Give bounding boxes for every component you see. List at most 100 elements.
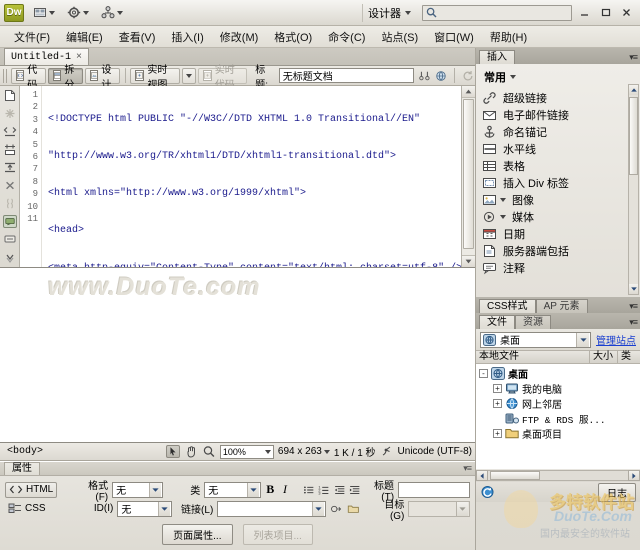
tab-ap-elements[interactable]: AP 元素 (535, 299, 588, 313)
scroll-right-arrow[interactable] (628, 470, 640, 481)
scroll-track[interactable] (488, 470, 628, 481)
collapse-expander[interactable]: - (479, 369, 488, 378)
insert-item-horizontal-rule[interactable]: 水平线 (482, 140, 640, 157)
toolbar-grip[interactable] (3, 68, 7, 83)
window-size-select[interactable]: 694 x 263 (278, 446, 330, 457)
tree-row-desktop[interactable]: - 桌面 (479, 366, 640, 381)
class-select[interactable]: 无 (204, 481, 261, 498)
scroll-thumb[interactable] (629, 97, 638, 175)
column-header-size[interactable]: 大小 (590, 350, 618, 364)
scroll-up-arrow[interactable] (462, 86, 475, 98)
tree-row-desktop-items[interactable]: + 桌面项目 (479, 426, 640, 441)
insert-item-server-side-include[interactable]: 服务器端包括 (482, 242, 640, 259)
insert-item-named-anchor[interactable]: 命名锚记 (482, 123, 640, 140)
scroll-thumb[interactable] (463, 99, 474, 249)
menu-edit[interactable]: 编辑(E) (58, 27, 111, 47)
site-management-button[interactable] (98, 4, 126, 22)
minimize-icon[interactable] (578, 6, 591, 19)
menu-view[interactable]: 查看(V) (111, 27, 164, 47)
column-header-type[interactable]: 类 (618, 350, 640, 364)
insert-item-image[interactable]: 图像 (482, 191, 640, 208)
scroll-left-arrow[interactable] (476, 470, 488, 481)
tree-row-network[interactable]: + 网上邻居 (479, 396, 640, 411)
page-properties-button[interactable]: 页面属性... (162, 524, 233, 545)
view-code-button[interactable]: 代码 (10, 65, 46, 91)
properties-tab[interactable]: 属性 (4, 462, 40, 475)
layout-switcher-button[interactable] (30, 4, 58, 22)
panel-options-icon[interactable]: ▾≡ (629, 52, 638, 63)
insert-item-hyperlink[interactable]: 超级链接 (482, 89, 640, 106)
refresh-icon[interactable] (480, 485, 495, 499)
id-select[interactable]: 无 (117, 500, 173, 517)
menu-commands[interactable]: 命令(C) (320, 27, 373, 47)
menu-window[interactable]: 窗口(W) (426, 27, 482, 47)
insert-item-media[interactable]: 媒体 (482, 208, 640, 225)
hand-tool-icon[interactable] (184, 445, 198, 458)
insert-category-select[interactable]: 常用 (476, 67, 640, 89)
chevron-down-icon[interactable] (576, 332, 589, 347)
insert-item-table[interactable]: 表格 (482, 157, 640, 174)
unordered-list-icon[interactable] (303, 483, 315, 497)
word-wrap-icon[interactable] (3, 125, 17, 138)
manage-sites-link[interactable]: 管理站点 (596, 332, 636, 347)
tab-css-styles[interactable]: CSS样式 (479, 299, 536, 313)
zoom-level-select[interactable]: 100% (219, 444, 274, 459)
code-editor[interactable]: <!DOCTYPE html PUBLIC "-//W3C//DTD XHTML… (42, 86, 461, 267)
code-vertical-scrollbar[interactable] (461, 86, 475, 267)
point-to-file-icon[interactable] (330, 502, 343, 516)
format-source-code-icon[interactable] (3, 251, 17, 264)
scroll-thumb[interactable] (490, 471, 540, 480)
preview-in-browser-icon[interactable] (435, 69, 448, 83)
line-numbers-icon[interactable] (3, 143, 17, 156)
view-split-button[interactable]: 拆分 (47, 65, 83, 91)
outdent-icon[interactable] (334, 483, 346, 497)
scroll-down-arrow[interactable] (462, 255, 475, 267)
bold-button[interactable]: B (265, 482, 276, 497)
column-header-local-files[interactable]: 本地文件 (476, 350, 590, 364)
live-view-options-button[interactable] (181, 67, 196, 84)
select-parent-tag-icon[interactable] (3, 179, 17, 192)
files-tree[interactable]: - 桌面 + 我的电脑 + 网上邻居 FTP & RDS 服... + 桌面项目 (476, 364, 640, 469)
extend-dreamweaver-button[interactable] (64, 4, 92, 22)
menu-help[interactable]: 帮助(H) (482, 27, 535, 47)
tab-files[interactable]: 文件 (479, 315, 515, 329)
document-title-input[interactable] (278, 68, 414, 83)
remove-comment-icon[interactable] (3, 233, 17, 246)
insert-item-date[interactable]: 日期 (482, 225, 640, 242)
chevron-down-icon[interactable] (500, 197, 506, 202)
insert-item-email-link[interactable]: 电子邮件链接 (482, 106, 640, 123)
chevron-down-icon[interactable] (500, 214, 506, 219)
browse-folder-icon[interactable] (347, 502, 360, 516)
link-combobox[interactable] (217, 500, 327, 517)
design-view[interactable]: www.DuoTe.com (0, 268, 475, 443)
close-icon[interactable] (620, 6, 633, 19)
html-properties-button[interactable]: HTML (5, 481, 58, 498)
collapse-full-tag-icon[interactable] (3, 161, 17, 174)
workspace-switcher[interactable]: 设计器 (362, 3, 416, 22)
format-select[interactable]: 无 (112, 481, 163, 498)
menu-insert[interactable]: 插入(I) (163, 27, 211, 47)
panel-options-icon[interactable]: ▾≡ (463, 463, 472, 474)
open-documents-icon[interactable] (3, 89, 17, 102)
view-design-button[interactable]: 设计 (84, 65, 120, 91)
insert-item-comment[interactable]: 注释 (482, 259, 640, 276)
expand-expander[interactable]: + (493, 399, 502, 408)
search-input[interactable] (440, 6, 560, 19)
maximize-icon[interactable] (599, 6, 612, 19)
expand-expander[interactable]: + (493, 384, 502, 393)
tree-row-my-computer[interactable]: + 我的电脑 (479, 381, 640, 396)
scroll-up-arrow[interactable] (629, 85, 638, 95)
insert-panel-scrollbar[interactable] (628, 84, 639, 295)
site-select[interactable]: 桌面 (480, 331, 591, 348)
title-input[interactable] (398, 481, 471, 498)
select-tool-icon[interactable] (165, 445, 180, 458)
menu-file[interactable]: 文件(F) (6, 27, 58, 47)
live-view-button[interactable]: 实时视图 (130, 65, 180, 91)
tab-insert[interactable]: 插入 (479, 50, 515, 64)
zoom-tool-icon[interactable] (202, 445, 216, 458)
log-button[interactable]: 日志 (598, 482, 636, 502)
apply-comment-icon[interactable] (2, 215, 17, 228)
tree-row-ftp-rds[interactable]: FTP & RDS 服... (479, 411, 640, 426)
ordered-list-icon[interactable]: 123 (318, 483, 330, 497)
expand-expander[interactable]: + (493, 429, 502, 438)
